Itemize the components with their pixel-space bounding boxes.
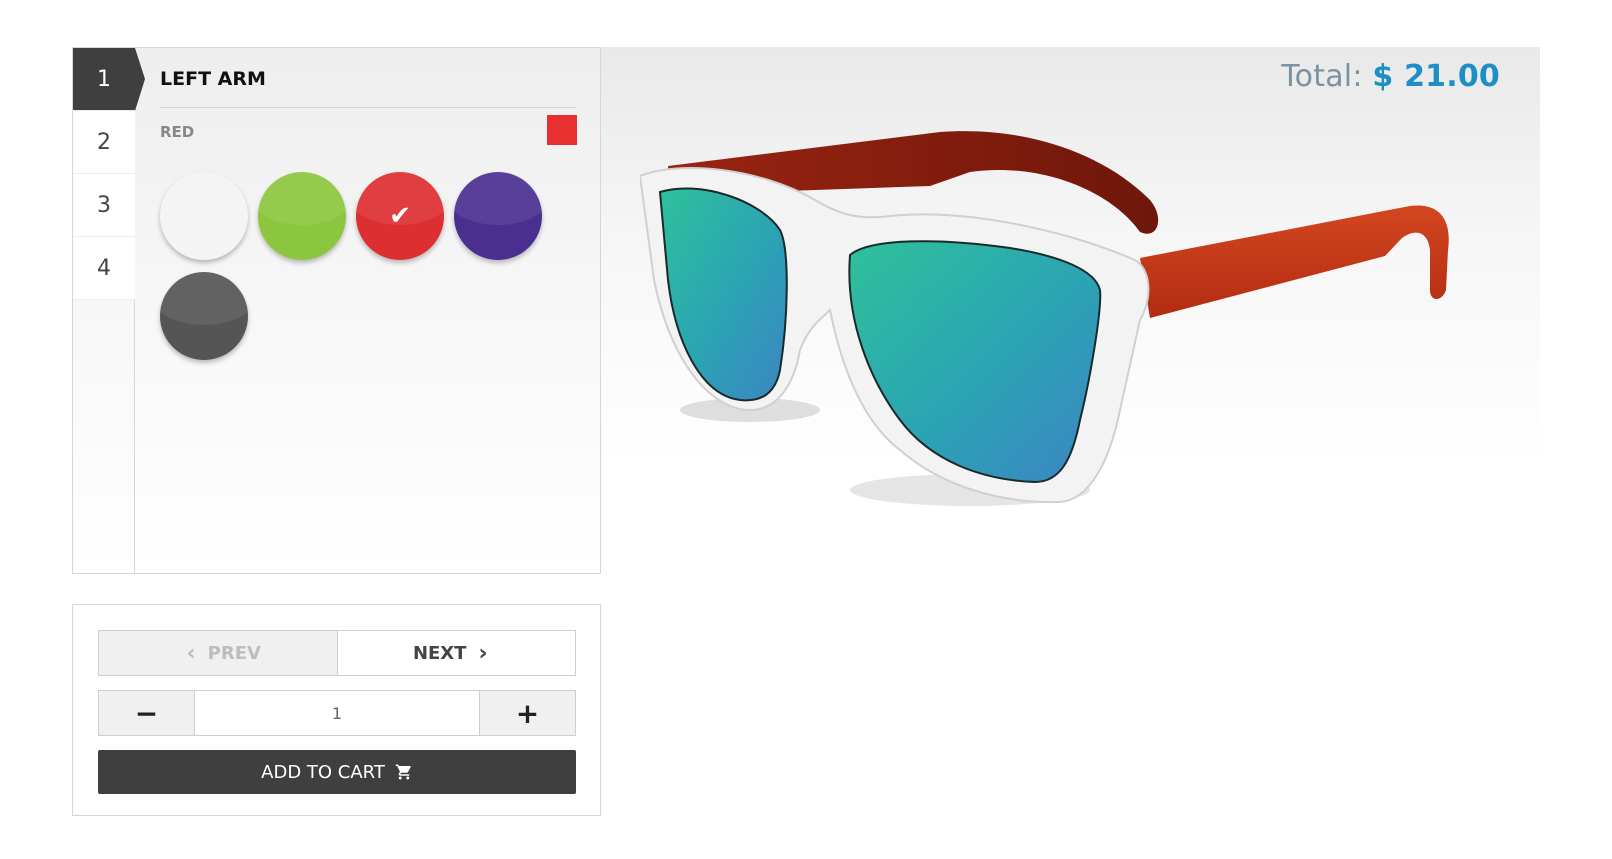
sunglasses-image — [640, 131, 1449, 506]
selected-color-row: RED — [160, 108, 577, 152]
step-tab-1[interactable]: 1 — [73, 48, 145, 111]
customizer-panel: 1 2 3 4 LEFT ARM RED ✔ — [72, 47, 601, 574]
quantity-decrease-button[interactable]: − — [99, 691, 194, 735]
step-tab-3[interactable]: 3 — [73, 174, 135, 237]
quantity-input[interactable]: 1 — [194, 691, 480, 735]
chevron-right-icon: › — [478, 640, 488, 666]
step-tabs: 1 2 3 4 — [73, 48, 145, 573]
next-label: NEXT — [412, 642, 467, 664]
selected-color-label: RED — [160, 123, 195, 141]
swatch-purple[interactable] — [454, 172, 542, 260]
quantity-stepper: − 1 + — [98, 690, 576, 736]
total-amount: $ 21.00 — [1372, 59, 1500, 94]
section-title: LEFT ARM — [160, 48, 577, 108]
option-content: LEFT ARM RED ✔ — [160, 48, 577, 372]
chevron-left-icon: ‹ — [186, 640, 196, 666]
total-label: Total: — [1281, 59, 1363, 94]
step-tab-2[interactable]: 2 — [73, 111, 135, 174]
step-tab-4[interactable]: 4 — [73, 237, 135, 300]
prev-label: PREV — [207, 642, 261, 664]
quantity-increase-button[interactable]: + — [480, 691, 575, 735]
color-swatches: ✔ — [160, 172, 580, 372]
check-icon: ✔ — [389, 201, 411, 231]
prev-button[interactable]: ‹ PREV — [99, 631, 338, 675]
add-to-cart-button[interactable]: ADD TO CART — [98, 750, 576, 794]
swatch-white[interactable] — [160, 172, 248, 260]
total-price: Total: $ 21.00 — [1281, 59, 1500, 94]
swatch-red[interactable]: ✔ — [356, 172, 444, 260]
swatch-green[interactable] — [258, 172, 346, 260]
swatch-gray[interactable] — [160, 272, 248, 360]
shopping-cart-icon — [395, 764, 411, 780]
actions-panel: ‹ PREV NEXT › − 1 + ADD TO CART — [72, 604, 601, 816]
step-navigation: ‹ PREV NEXT › — [98, 630, 576, 676]
next-button[interactable]: NEXT › — [337, 631, 575, 675]
selected-color-swatch — [547, 115, 577, 145]
sunglasses-configurator: Total: $ 21.00 1 2 3 4 LEFT ARM RED ✔ ‹ … — [0, 0, 1612, 859]
add-to-cart-label: ADD TO CART — [261, 761, 385, 783]
